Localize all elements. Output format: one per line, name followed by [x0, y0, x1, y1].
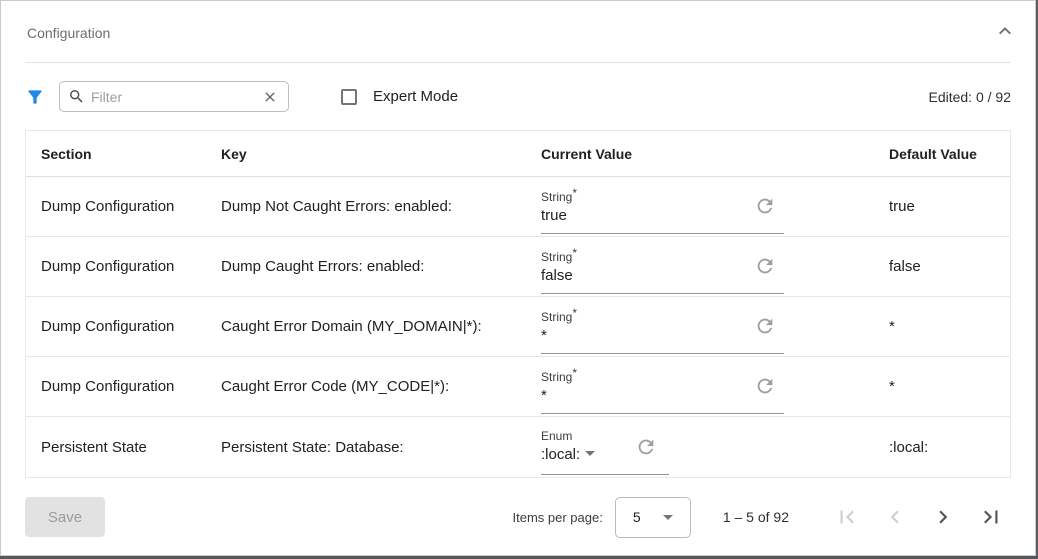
current-value-text[interactable]: * [541, 325, 547, 347]
cell-section: Dump Configuration [26, 318, 221, 335]
refresh-icon [754, 195, 776, 217]
current-value-text[interactable]: :local: [541, 444, 580, 466]
field-main: String* * [541, 365, 754, 407]
reset-to-default-button[interactable] [754, 195, 776, 217]
value-type-label: String* [541, 365, 754, 385]
first-page-button[interactable] [827, 497, 867, 537]
cell-section: Dump Configuration [26, 378, 221, 395]
refresh-icon [754, 375, 776, 397]
items-per-page-select[interactable]: 5 [615, 497, 691, 538]
table-header-row: Section Key Current Value Default Value [26, 131, 1010, 177]
required-marker: * [572, 306, 577, 320]
configuration-table: Section Key Current Value Default Value … [25, 130, 1011, 478]
cell-section: Persistent State [26, 439, 221, 456]
value-type-label: String* [541, 245, 754, 265]
current-value-field[interactable]: String* false [541, 241, 784, 294]
value-type-label: String* [541, 305, 754, 325]
refresh-icon [754, 315, 776, 337]
chevron-left-icon [882, 504, 908, 530]
current-value-field[interactable]: String* true [541, 181, 784, 234]
required-marker: * [572, 366, 577, 380]
reset-to-default-button[interactable] [635, 436, 657, 458]
last-page-icon [978, 504, 1004, 530]
close-icon [262, 89, 278, 105]
cell-key: Caught Error Code (MY_CODE|*): [221, 378, 541, 395]
current-value-text[interactable]: true [541, 205, 567, 227]
clear-filter-button[interactable] [260, 87, 280, 107]
cell-default-value: false [889, 258, 1010, 275]
column-header-default-value: Default Value [889, 146, 1010, 162]
required-marker: * [572, 246, 577, 260]
edited-counter: Edited: 0 / 92 [928, 89, 1011, 105]
footer-bar: Save Items per page: 5 1 – 5 of 92 [1, 478, 1035, 556]
field-main: String* true [541, 185, 754, 227]
expert-mode-toggle[interactable]: Expert Mode [341, 88, 458, 105]
reset-to-default-button[interactable] [754, 255, 776, 277]
table-row: Persistent State Persistent State: Datab… [26, 417, 1010, 477]
table-row: Dump Configuration Dump Not Caught Error… [26, 177, 1010, 237]
cell-current-value: String* true [541, 177, 889, 236]
table-body: Dump Configuration Dump Not Caught Error… [26, 177, 1010, 477]
current-value-text[interactable]: * [541, 385, 547, 407]
cell-key: Persistent State: Database: [221, 439, 541, 456]
previous-page-button[interactable] [875, 497, 915, 537]
search-icon [68, 88, 85, 105]
items-per-page-label: Items per page: [513, 510, 603, 525]
range-label: 1 – 5 of 92 [723, 509, 789, 525]
value-type-label: String* [541, 185, 754, 205]
first-page-icon [834, 504, 860, 530]
filter-funnel-icon [25, 87, 45, 107]
required-marker: * [572, 186, 577, 200]
configuration-panel: Configuration Expert Mode Edit [0, 0, 1036, 556]
table-row: Dump Configuration Caught Error Code (MY… [26, 357, 1010, 417]
cell-section: Dump Configuration [26, 198, 221, 215]
dropdown-arrow-icon [663, 515, 673, 520]
cell-current-value: Enum :local: [541, 417, 889, 477]
cell-section: Dump Configuration [26, 258, 221, 275]
reset-to-default-button[interactable] [754, 315, 776, 337]
next-page-button[interactable] [923, 497, 963, 537]
cell-default-value: true [889, 198, 1010, 215]
reset-to-default-button[interactable] [754, 375, 776, 397]
value-type-label: Enum [541, 428, 635, 444]
field-main: String* false [541, 245, 754, 287]
field-main: String* * [541, 305, 754, 347]
cell-key: Dump Caught Errors: enabled: [221, 258, 541, 275]
chevron-up-icon [993, 19, 1017, 43]
filter-field [59, 81, 289, 112]
current-value-text[interactable]: false [541, 265, 573, 287]
expert-mode-checkbox[interactable] [341, 89, 357, 105]
expert-mode-label: Expert Mode [373, 88, 458, 105]
cell-current-value: String* * [541, 297, 889, 356]
table-row: Dump Configuration Dump Caught Errors: e… [26, 237, 1010, 297]
filter-toolbar: Expert Mode Edited: 0 / 92 [1, 63, 1035, 130]
items-per-page-value: 5 [633, 509, 641, 525]
filter-input[interactable] [91, 89, 260, 105]
current-value-field[interactable]: String* * [541, 361, 784, 414]
current-value-field[interactable]: Enum :local: [541, 421, 669, 475]
paginator: Items per page: 5 1 – 5 of 92 [513, 497, 1012, 538]
refresh-icon [635, 436, 657, 458]
save-button[interactable]: Save [25, 497, 105, 537]
current-value-field[interactable]: String* * [541, 301, 784, 354]
column-header-key: Key [221, 146, 541, 162]
column-header-current-value: Current Value [541, 146, 889, 162]
select-arrow-icon [585, 451, 595, 456]
cell-default-value: :local: [889, 439, 1010, 456]
cell-default-value: * [889, 318, 1010, 335]
cell-default-value: * [889, 378, 1010, 395]
column-header-section: Section [26, 146, 221, 162]
panel-header: Configuration [1, 1, 1035, 62]
cell-key: Caught Error Domain (MY_DOMAIN|*): [221, 318, 541, 335]
last-page-button[interactable] [971, 497, 1011, 537]
table-row: Dump Configuration Caught Error Domain (… [26, 297, 1010, 357]
cell-key: Dump Not Caught Errors: enabled: [221, 198, 541, 215]
chevron-right-icon [930, 504, 956, 530]
cell-current-value: String* false [541, 237, 889, 296]
collapse-panel-button[interactable] [991, 17, 1019, 45]
cell-current-value: String* * [541, 357, 889, 416]
field-main: Enum :local: [541, 428, 635, 466]
page-title: Configuration [27, 25, 110, 41]
refresh-icon [754, 255, 776, 277]
